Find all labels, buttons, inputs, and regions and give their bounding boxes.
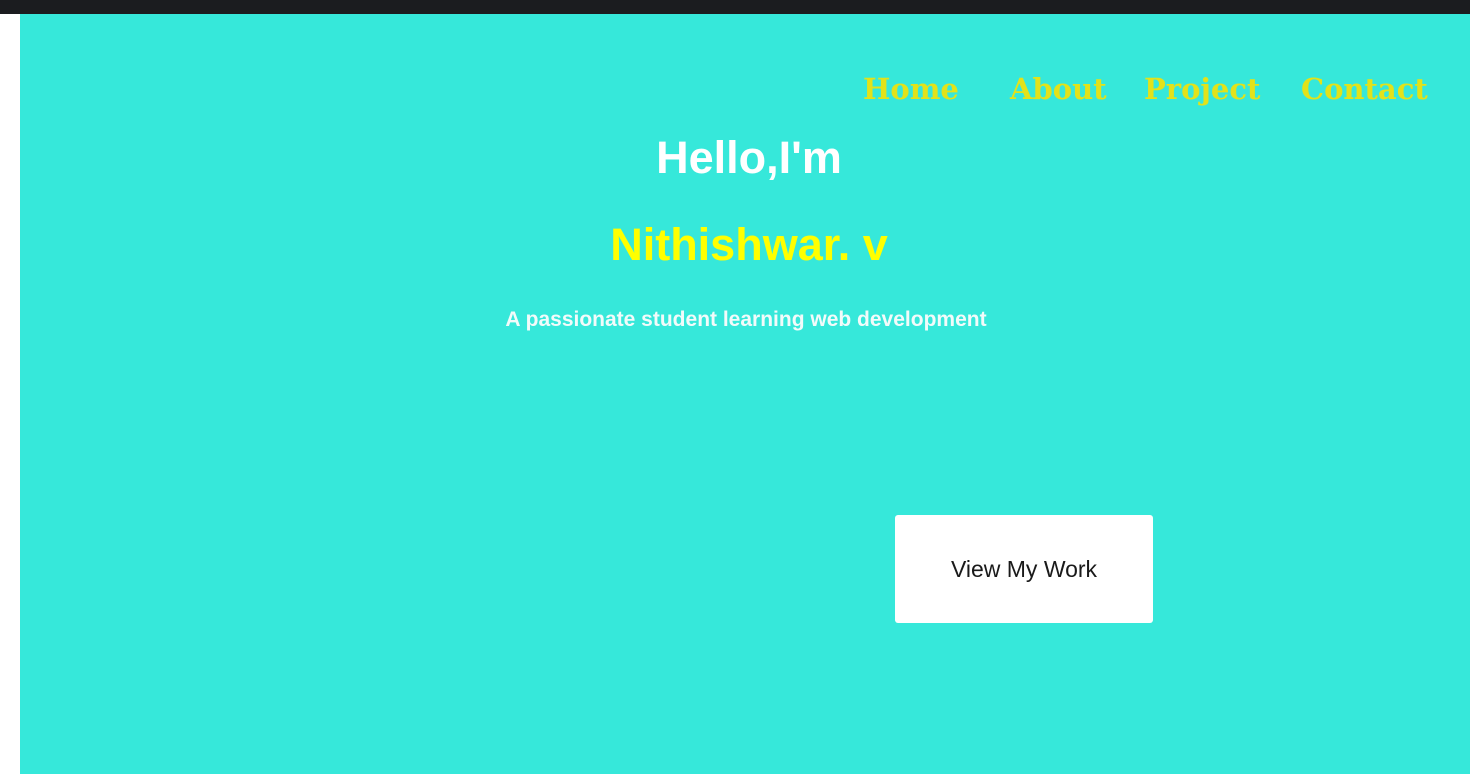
window-top-bar (0, 0, 1470, 14)
nav-link-home[interactable]: Home (863, 72, 959, 106)
nav-link-about[interactable]: About (1010, 72, 1107, 106)
view-my-work-button[interactable]: View My Work (895, 515, 1153, 623)
main-nav: Home About Project Contact (20, 72, 1470, 122)
hero-section: Home About Project Contact Hello,I'm Nit… (20, 14, 1470, 774)
nav-link-project[interactable]: Project (1144, 72, 1260, 106)
hero-tagline: A passionate student learning web develo… (20, 308, 1470, 332)
hero-greeting: Hello,I'm (20, 132, 1470, 184)
name-text: Nithishwar. v (610, 219, 888, 270)
nav-link-contact[interactable]: Contact (1301, 72, 1428, 106)
greeting-text: Hello,I'm (656, 132, 842, 183)
tagline-text: A passionate student learning web develo… (505, 308, 987, 331)
hero-name: Nithishwar. v (20, 219, 1470, 271)
